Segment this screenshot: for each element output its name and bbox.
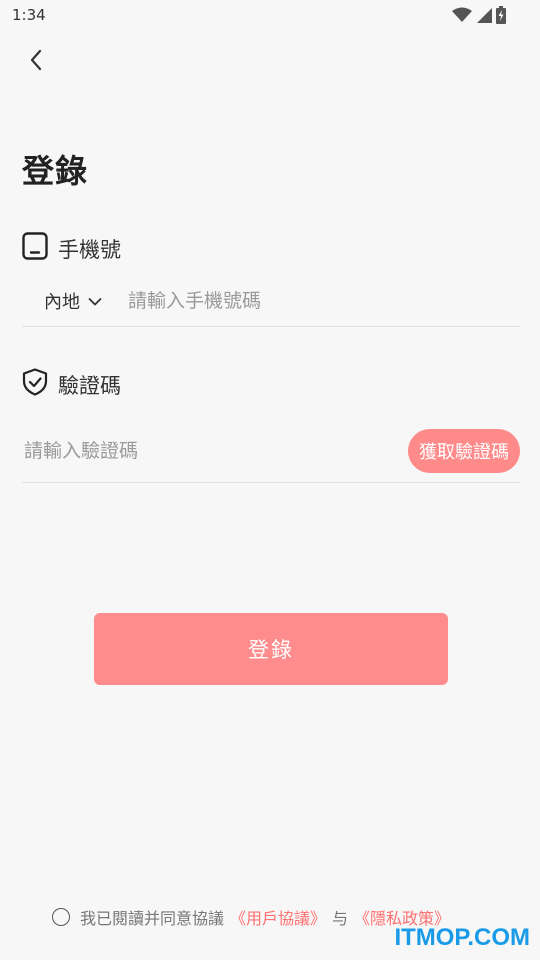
shield-check-icon (22, 368, 48, 401)
code-label-text: 驗證碼 (58, 373, 121, 398)
chevron-down-icon (88, 291, 102, 312)
login-button[interactable]: 登錄 (94, 613, 448, 685)
phone-field-label: 手機號 (22, 232, 121, 265)
agreement-prefix: 我已閱讀并同意協議 (80, 909, 225, 928)
status-bar: 1:34 (0, 0, 540, 32)
code-row: 獲取驗證碼 (22, 420, 520, 483)
watermark: ITMOP.COM (394, 924, 530, 951)
code-field-label: 驗證碼 (22, 368, 121, 401)
region-select[interactable]: 內地 (44, 288, 102, 314)
get-code-button[interactable]: 獲取驗證碼 (408, 429, 520, 473)
battery-icon (496, 6, 506, 28)
phone-label-text: 手機號 (58, 237, 121, 262)
phone-row: 內地 (22, 276, 520, 327)
code-input[interactable] (22, 439, 326, 463)
status-time: 1:34 (12, 6, 46, 24)
agree-checkbox[interactable] (52, 908, 70, 926)
phone-input[interactable] (126, 289, 450, 313)
agreement-and: 与 (332, 909, 349, 928)
chevron-left-icon (28, 48, 44, 76)
page-title: 登錄 (22, 152, 89, 190)
phone-icon (22, 232, 48, 265)
wifi-icon (452, 7, 472, 27)
region-value: 內地 (44, 292, 80, 313)
back-button[interactable] (20, 46, 52, 78)
signal-icon (476, 7, 492, 27)
status-icons (452, 6, 506, 28)
user-agreement-link[interactable]: 《用戶協議》 (230, 905, 326, 929)
agreement: 我已閱讀并同意協議 《用戶協議》 与 《隱私政策》 (52, 905, 450, 929)
